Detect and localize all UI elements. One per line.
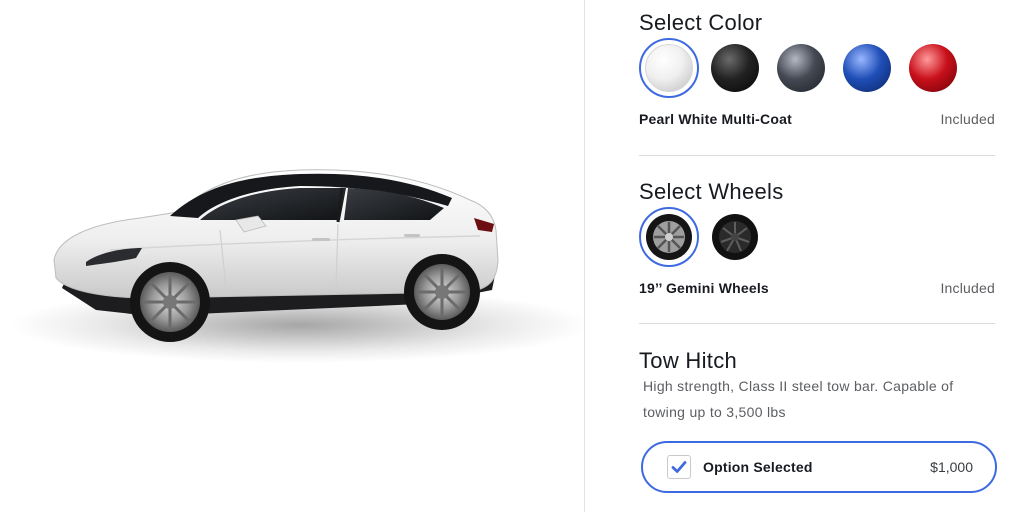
selected-color-name: Pearl White Multi-Coat [639, 111, 792, 127]
tow-hitch-title: Tow Hitch [639, 348, 738, 373]
checkmark-icon [671, 461, 687, 473]
tow-hitch-checkbox[interactable] [667, 455, 691, 479]
gemini-wheel-swatch[interactable] [639, 207, 699, 267]
deep-blue-swatch[interactable] [837, 38, 897, 98]
pearl-white-swatch[interactable] [639, 38, 699, 98]
tow-hitch-option-toggle[interactable]: Option Selected $1,000 [641, 441, 997, 493]
color-section-title: Select Color [639, 10, 763, 35]
wheels-section-title: Select Wheels [639, 179, 784, 204]
option-selected-label: Option Selected [703, 459, 813, 475]
selected-wheel-name: 19’’ Gemini Wheels [639, 280, 769, 296]
color-choice-line: Pearl White Multi-Coat Included [639, 111, 995, 127]
wheel-swatch-row [639, 207, 771, 267]
selected-wheel-price: Included [940, 280, 995, 296]
solid-black-swatch[interactable] [705, 38, 765, 98]
vehicle-preview [0, 0, 584, 512]
induction-wheel-icon [712, 214, 758, 260]
induction-wheel-swatch[interactable] [705, 207, 765, 267]
section-divider [639, 323, 995, 324]
configurator-page: Select Color Pearl White Multi-Coat Incl… [0, 0, 1024, 512]
gemini-wheel-icon [646, 214, 692, 260]
tow-hitch-description: High strength, Class II steel tow bar. C… [643, 378, 954, 420]
tow-hitch-price: $1,000 [930, 459, 973, 475]
section-divider [639, 155, 995, 156]
wheel-choice-line: 19’’ Gemini Wheels Included [639, 280, 995, 296]
midnight-silver-swatch[interactable] [771, 38, 831, 98]
red-multi-coat-swatch[interactable] [903, 38, 963, 98]
selected-color-price: Included [940, 111, 995, 127]
pane-divider [584, 0, 585, 512]
car-image [10, 169, 584, 363]
color-swatch-row [639, 38, 969, 98]
